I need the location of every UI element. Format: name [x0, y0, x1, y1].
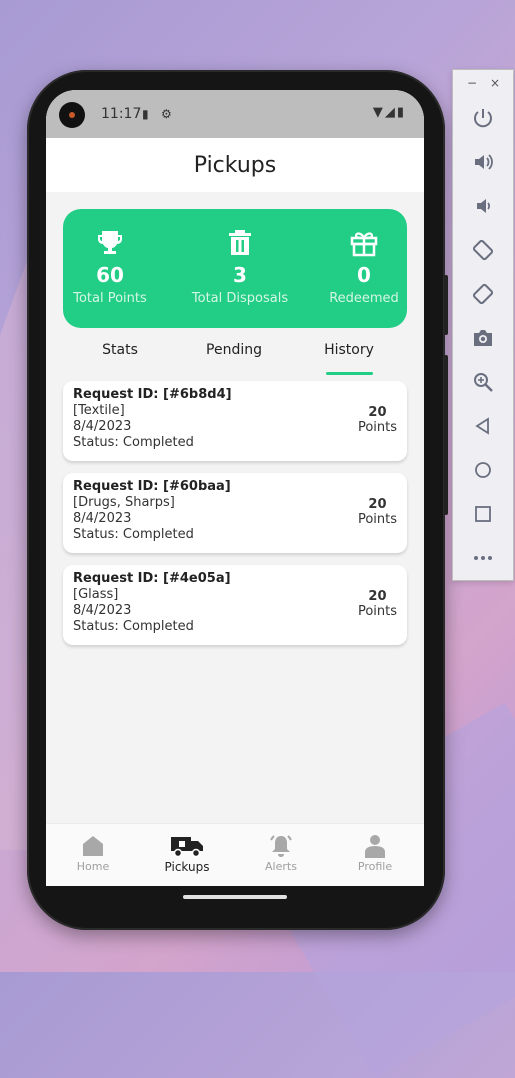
page-title: Pickups [193, 153, 277, 178]
nav-label: Alerts [265, 860, 297, 873]
camera-icon [474, 330, 492, 346]
points-label: Points [357, 512, 397, 527]
status-time: 11:17 [101, 106, 142, 122]
points-value: 20 [368, 589, 387, 604]
app-screen: 11:17 ▮ ⚙ ▼◢▮ Pickups 60 Total Points 3 … [46, 90, 424, 886]
gift-icon [304, 229, 424, 259]
volume-down-icon [477, 199, 491, 213]
request-category: [Drugs, Sharps] [73, 495, 175, 510]
zoom-icon [474, 373, 493, 392]
gesture-bar[interactable] [183, 895, 287, 899]
request-id: Request ID: [#60baa] [73, 479, 231, 494]
more-button[interactable] [453, 536, 513, 580]
tab-indicator [326, 372, 373, 375]
request-id: Request ID: [#6b8d4] [73, 387, 232, 402]
rotate-right-button[interactable] [453, 272, 513, 316]
tab-stats[interactable]: Stats [70, 342, 170, 358]
points-value: 20 [368, 405, 387, 420]
status-bar: 11:17 ▮ ⚙ ▼◢▮ [46, 90, 424, 138]
points-label: Points [357, 420, 397, 435]
request-date: 8/4/2023 [73, 603, 132, 618]
overview-icon [475, 506, 491, 522]
request-card[interactable]: Request ID: [#4e05a] [Glass] 8/4/2023 St… [63, 565, 407, 645]
rotate-right-icon [472, 283, 494, 305]
request-points: 20 Points [358, 405, 397, 435]
phone-power-button [444, 275, 448, 335]
bottom-navigation: Home Pickups Alerts Profile [46, 823, 424, 886]
trash-icon [180, 229, 300, 259]
nav-home[interactable]: Home [46, 834, 140, 873]
stats-card: 60 Total Points 3 Total Disposals 0 Rede… [63, 209, 407, 328]
power-button[interactable] [453, 96, 513, 140]
home-icon [46, 834, 140, 860]
rotate-left-icon [472, 239, 494, 261]
request-category: [Textile] [73, 403, 125, 418]
request-card[interactable]: Request ID: [#6b8d4] [Textile] 8/4/2023 … [63, 381, 407, 461]
truck-icon [140, 834, 234, 860]
stat-redeemed: 0 Redeemed [304, 209, 424, 306]
front-camera [59, 102, 85, 128]
request-status: Status: Completed [73, 435, 194, 450]
zoom-button[interactable] [453, 360, 513, 404]
request-date: 8/4/2023 [73, 511, 132, 526]
signal-battery-icon: ▼◢▮ [372, 105, 406, 120]
settings-icon: ⚙ [161, 107, 172, 121]
back-button[interactable] [453, 404, 513, 448]
app-bar: Pickups [46, 138, 424, 192]
nav-label: Profile [357, 860, 393, 873]
points-value: 20 [368, 497, 387, 512]
stat-total-points: 60 Total Points [50, 209, 170, 306]
sd-card-icon: ▮ [142, 107, 149, 121]
more-icon [474, 556, 492, 560]
minimize-button[interactable]: − [467, 76, 477, 90]
tab-pending[interactable]: Pending [184, 342, 284, 358]
stat-value: 60 [96, 263, 124, 287]
profile-icon [328, 834, 422, 860]
home-circle-icon [475, 462, 491, 478]
nav-pickups[interactable]: Pickups [140, 834, 234, 874]
stat-label: Redeemed [329, 291, 399, 306]
nav-label: Pickups [164, 860, 210, 874]
request-card[interactable]: Request ID: [#60baa] [Drugs, Sharps] 8/4… [63, 473, 407, 553]
request-status: Status: Completed [73, 619, 194, 634]
trophy-icon [50, 229, 170, 259]
request-date: 8/4/2023 [73, 419, 132, 434]
close-button[interactable]: × [490, 76, 500, 90]
request-category: [Glass] [73, 587, 119, 602]
home-button[interactable] [453, 448, 513, 492]
stat-total-disposals: 3 Total Disposals [180, 209, 300, 306]
stat-value: 3 [233, 263, 247, 287]
screenshot-button[interactable] [453, 316, 513, 360]
power-icon [474, 109, 492, 128]
bell-icon [234, 834, 328, 860]
request-status: Status: Completed [73, 527, 194, 542]
request-id: Request ID: [#4e05a] [73, 571, 231, 586]
nav-alerts[interactable]: Alerts [234, 834, 328, 873]
stat-label: Total Disposals [191, 291, 289, 306]
stat-value: 0 [357, 263, 371, 287]
nav-profile[interactable]: Profile [328, 834, 422, 873]
emulator-toolbar: − × [452, 69, 514, 581]
request-points: 20 Points [358, 497, 397, 527]
phone-volume-button [444, 355, 448, 515]
nav-label: Home [76, 860, 110, 873]
emulator-titlebar: − × [453, 70, 513, 96]
volume-up-button[interactable] [453, 140, 513, 184]
stat-label: Total Points [73, 291, 147, 306]
volume-down-button[interactable] [453, 184, 513, 228]
request-points: 20 Points [358, 589, 397, 619]
volume-up-icon [475, 154, 493, 170]
back-icon [475, 417, 489, 435]
tab-bar: Stats Pending History [46, 334, 424, 376]
rotate-left-button[interactable] [453, 228, 513, 272]
overview-button[interactable] [453, 492, 513, 536]
points-label: Points [357, 604, 397, 619]
tab-history[interactable]: History [299, 342, 399, 358]
